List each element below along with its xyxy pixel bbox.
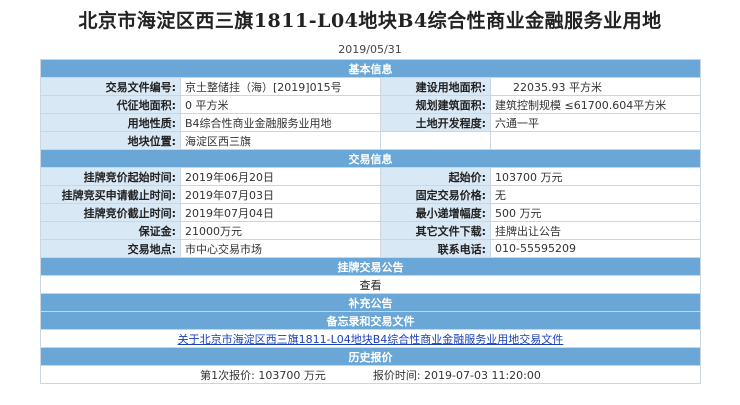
- field-label: 其它文件下载:: [380, 221, 491, 240]
- field-label: 挂牌竞买申请截止时间:: [40, 185, 181, 204]
- doc-number-value: 京土整储挂（海）[2019]015号: [180, 77, 381, 96]
- field-label: 规划建筑面积:: [380, 95, 491, 114]
- proxy-area-value: 0 平方米: [180, 95, 381, 114]
- table-row: 用地性质: B4综合性商业金融服务业用地 土地开发程度: 六通一平: [40, 113, 701, 132]
- section-header: 挂牌交易公告: [40, 257, 701, 276]
- section-header: 基本信息: [40, 59, 701, 78]
- location-value: 海淀区西三旗: [180, 131, 381, 150]
- trade-place-value: 市中心交易市场: [180, 239, 381, 258]
- field-label: 最小递增幅度:: [380, 203, 491, 222]
- section-supplement: 补充公告: [40, 293, 701, 312]
- field-label: 固定交易价格:: [380, 185, 491, 204]
- publish-date: 2019/05/31: [338, 43, 402, 56]
- plan-area-value: 建筑控制规模 ≤61700.604平方米: [490, 95, 701, 114]
- section-basic-info: 基本信息: [40, 59, 701, 78]
- section-header: 备忘录和交易文件: [40, 311, 701, 330]
- table-row: 保证金: 21000万元 其它文件下载: 挂牌出让公告: [40, 221, 701, 240]
- field-label: 交易文件编号:: [40, 77, 181, 96]
- bid-deadline-value: 2019年07月04日: [180, 203, 381, 222]
- field-label: 挂牌竞价起始时间:: [40, 167, 181, 186]
- build-area-value: 22035.93 平方米: [490, 77, 701, 96]
- land-use-value: B4综合性商业金融服务业用地: [180, 113, 381, 132]
- field-label: 起始价:: [380, 167, 491, 186]
- quote-value: 第1次报价: 103700 万元: [200, 368, 326, 382]
- view-notice-link[interactable]: 查看: [40, 275, 701, 294]
- fixed-price-value: 无: [490, 185, 701, 204]
- section-header: 补充公告: [40, 293, 701, 312]
- field-label: 挂牌竞价截止时间:: [40, 203, 181, 222]
- apply-deadline-value: 2019年07月03日: [180, 185, 381, 204]
- table-row: 代征地面积: 0 平方米 规划建筑面积: 建筑控制规模 ≤61700.604平方…: [40, 95, 701, 114]
- field-label: 交易地点:: [40, 239, 181, 258]
- section-history: 历史报价: [40, 347, 701, 366]
- memo-link-cell: 关于北京市海淀区西三旗1811-L04地块B4综合性商业金融服务业用地交易文件: [40, 329, 701, 348]
- listing-notice-download-link[interactable]: 挂牌出让公告: [490, 221, 701, 240]
- table-row: 关于北京市海淀区西三旗1811-L04地块B4综合性商业金融服务业用地交易文件: [40, 329, 701, 348]
- field-label: 建设用地面积:: [380, 77, 491, 96]
- quote-time: 报价时间: 2019-07-03 11:20:00: [372, 368, 541, 382]
- table-row: 地块位置: 海淀区西三旗: [40, 131, 701, 150]
- table-row: 查看: [40, 275, 701, 294]
- field-label: 土地开发程度:: [380, 113, 491, 132]
- field-label: 保证金:: [40, 221, 181, 240]
- deposit-value: 21000万元: [180, 221, 381, 240]
- table-row: 挂牌竞买申请截止时间: 2019年07月03日 固定交易价格: 无: [40, 185, 701, 204]
- section-header: 历史报价: [40, 347, 701, 366]
- trade-document-link[interactable]: 关于北京市海淀区西三旗1811-L04地块B4综合性商业金融服务业用地交易文件: [178, 333, 564, 346]
- field-label: 用地性质:: [40, 113, 181, 132]
- start-time-value: 2019年06月20日: [180, 167, 381, 186]
- history-quote-row: 第1次报价: 103700 万元 报价时间: 2019-07-03 11:20:…: [40, 365, 701, 384]
- dev-level-value: 六通一平: [490, 113, 701, 132]
- section-header: 交易信息: [40, 149, 701, 168]
- empty-cell: [490, 131, 701, 150]
- table-row: 交易地点: 市中心交易市场 联系电话: 010-55595209: [40, 239, 701, 258]
- section-listing-notice: 挂牌交易公告: [40, 257, 701, 276]
- section-trade-info: 交易信息: [40, 149, 701, 168]
- page-title: 北京市海淀区西三旗1811-L04地块B4综合性商业金融服务业用地: [78, 10, 662, 32]
- table-row: 挂牌竞价起始时间: 2019年06月20日 起始价: 103700 万元: [40, 167, 701, 186]
- table-row: 第1次报价: 103700 万元 报价时间: 2019-07-03 11:20:…: [40, 365, 701, 384]
- phone-value: 010-55595209: [490, 239, 701, 258]
- start-price-value: 103700 万元: [490, 167, 701, 186]
- land-info-table: 基本信息 交易文件编号: 京土整储挂（海）[2019]015号 建设用地面积: …: [40, 59, 701, 384]
- field-label: 联系电话:: [380, 239, 491, 258]
- table-row: 挂牌竞价截止时间: 2019年07月04日 最小递增幅度: 500 万元: [40, 203, 701, 222]
- min-increment-value: 500 万元: [490, 203, 701, 222]
- empty-cell: [380, 131, 491, 150]
- field-label: 代征地面积:: [40, 95, 181, 114]
- field-label: 地块位置:: [40, 131, 181, 150]
- section-memo: 备忘录和交易文件: [40, 311, 701, 330]
- table-row: 交易文件编号: 京土整储挂（海）[2019]015号 建设用地面积: 22035…: [40, 77, 701, 96]
